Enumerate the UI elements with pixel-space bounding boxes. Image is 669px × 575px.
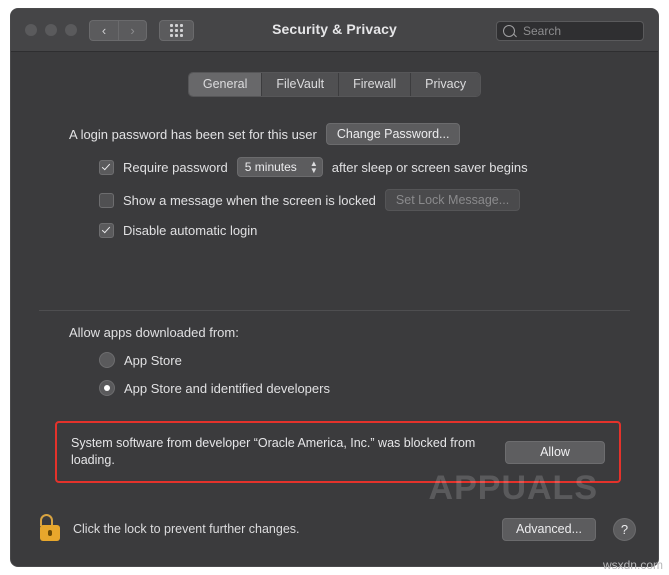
login-password-text: A login password has been set for this u…: [69, 126, 317, 142]
tab-privacy[interactable]: Privacy: [411, 73, 481, 96]
search-field[interactable]: [496, 21, 644, 41]
corner-watermark: wsxdn.com: [602, 558, 663, 572]
login-password-row: A login password has been set for this u…: [39, 123, 630, 145]
tab-general[interactable]: General: [188, 73, 263, 96]
lock-message-checkbox[interactable]: [99, 192, 114, 208]
require-password-interval-select[interactable]: 5 minutes ▲ ▼: [236, 157, 323, 177]
lock-hint-text: Click the lock to prevent further change…: [73, 522, 300, 536]
allow-apps-option-app-store[interactable]: App Store: [39, 352, 630, 368]
radio-identified-developers[interactable]: [99, 380, 115, 396]
help-button[interactable]: ?: [613, 518, 636, 541]
window-titlebar: ‹ › Security & Privacy: [11, 9, 658, 52]
stepper-arrows-icon: ▲ ▼: [309, 159, 318, 175]
require-password-row: Require password 5 minutes ▲ ▼ after slee…: [39, 157, 630, 177]
tab-bar: General FileVault Firewall Privacy: [11, 72, 658, 97]
radio-identified-developers-label: App Store and identified developers: [124, 380, 330, 396]
require-password-checkbox[interactable]: [99, 159, 114, 175]
require-password-suffix: after sleep or screen saver begins: [331, 159, 528, 175]
lock-message-label: Show a message when the screen is locked: [123, 192, 376, 208]
general-pane: A login password has been set for this u…: [11, 123, 658, 238]
radio-app-store-label: App Store: [124, 352, 182, 368]
tab-firewall[interactable]: Firewall: [339, 73, 412, 96]
blocked-software-alert: System software from developer “Oracle A…: [55, 421, 621, 483]
disable-auto-login-label: Disable automatic login: [123, 223, 258, 238]
radio-app-store[interactable]: [99, 352, 115, 368]
change-password-button[interactable]: Change Password...: [325, 123, 461, 145]
set-lock-message-button[interactable]: Set Lock Message...: [384, 189, 521, 211]
lock-icon[interactable]: [39, 514, 61, 544]
disable-auto-login-checkbox[interactable]: [99, 223, 114, 238]
lock-message-row: Show a message when the screen is locked…: [39, 189, 630, 211]
require-password-interval-value: 5 minutes: [244, 160, 297, 174]
advanced-button[interactable]: Advanced...: [502, 518, 596, 541]
search-input[interactable]: [521, 23, 635, 39]
allow-apps-title: Allow apps downloaded from:: [69, 325, 239, 340]
section-divider: [39, 310, 630, 311]
blocked-software-message: System software from developer “Oracle A…: [71, 436, 476, 467]
allow-button[interactable]: Allow: [505, 440, 605, 464]
window-footer: Click the lock to prevent further change…: [11, 506, 658, 566]
allow-apps-option-identified-developers[interactable]: App Store and identified developers: [39, 380, 630, 396]
allow-apps-section: Allow apps downloaded from: App Store Ap…: [11, 325, 658, 396]
tab-filevault[interactable]: FileVault: [262, 73, 340, 96]
system-preferences-window: ‹ › Security & Privacy General FileVault…: [10, 8, 659, 567]
disable-auto-login-row: Disable automatic login: [39, 223, 630, 238]
require-password-label: Require password: [123, 159, 228, 175]
search-icon: [503, 25, 515, 37]
